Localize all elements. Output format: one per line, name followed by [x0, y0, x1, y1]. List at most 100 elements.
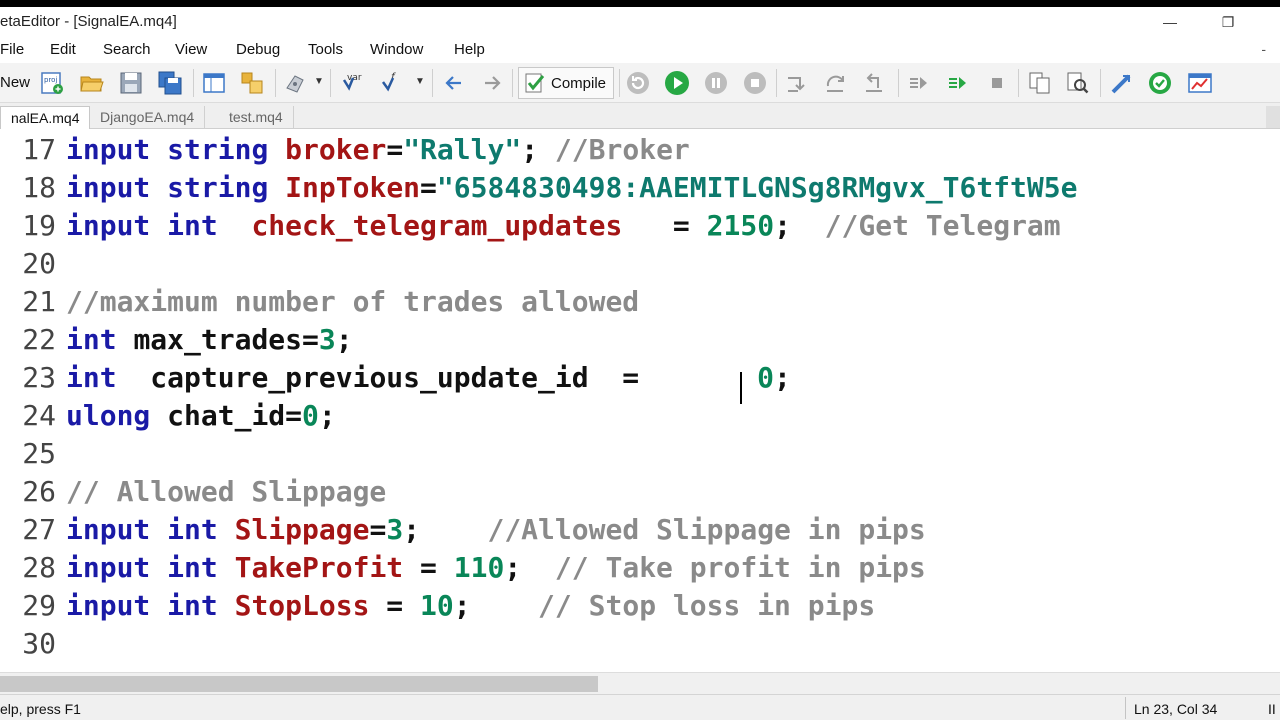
- svg-text:var: var: [347, 73, 362, 83]
- pause-button[interactable]: [702, 69, 730, 97]
- code-token: input: [66, 133, 151, 166]
- cursor-position: Ln 23, Col 34: [1134, 701, 1218, 717]
- menu-view[interactable]: View: [175, 41, 207, 58]
- compile-button[interactable]: Compile: [518, 67, 614, 99]
- terminal-button[interactable]: [1186, 69, 1214, 97]
- step-out-button[interactable]: [861, 69, 889, 97]
- line-number: 17: [22, 133, 56, 166]
- profile-button[interactable]: [1108, 69, 1136, 97]
- compare-button[interactable]: [1026, 69, 1054, 97]
- back-button[interactable]: [440, 69, 468, 97]
- line-number: 26: [22, 475, 56, 508]
- code-token: input: [66, 513, 151, 546]
- styler-button[interactable]: [282, 69, 310, 97]
- menu-file[interactable]: File: [0, 41, 24, 58]
- toolbar-separator: [432, 69, 433, 97]
- restart-icon: [627, 72, 649, 94]
- code-line[interactable]: 22 int max_trades=3;: [0, 321, 1280, 359]
- restart-button[interactable]: [624, 69, 652, 97]
- code-token: int: [167, 209, 218, 242]
- cloud-button[interactable]: [1146, 69, 1174, 97]
- line-code: input int Slippage=3; //Allowed Slippage…: [66, 511, 926, 549]
- code-line[interactable]: 29 input int StopLoss = 10; // Stop loss …: [0, 587, 1280, 625]
- window-title: etaEditor - [SignalEA.mq4]: [0, 13, 177, 30]
- code-token: "6584830498:AAEMITLGNSg8RMgvx_T6tftW5e: [436, 171, 1078, 204]
- horizontal-scrollbar[interactable]: [0, 672, 1280, 694]
- code-token: 3: [386, 513, 404, 546]
- code-line[interactable]: 19 input int check_telegram_updates = 215…: [0, 207, 1280, 245]
- menu-edit[interactable]: Edit: [50, 41, 76, 58]
- menu-search[interactable]: Search: [103, 41, 151, 58]
- step-into-button[interactable]: [783, 69, 811, 97]
- tab-test[interactable]: test.mq4: [219, 106, 294, 129]
- test-stop-button[interactable]: [983, 69, 1011, 97]
- code-editor[interactable]: 17 input string broker="Rally"; //Broker 1…: [0, 129, 1280, 672]
- horizontal-scrollbar-thumb[interactable]: [0, 676, 598, 692]
- code-token: chat_id: [167, 399, 286, 432]
- save-button[interactable]: [117, 69, 145, 97]
- navigator-button[interactable]: [200, 69, 228, 97]
- document-minimize-button[interactable]: -: [1261, 41, 1266, 57]
- menu-help[interactable]: Help: [454, 41, 485, 58]
- new-project-button[interactable]: proj: [38, 69, 66, 97]
- code-line[interactable]: 26 // Allowed Slippage: [0, 473, 1280, 511]
- code-line[interactable]: 21 //maximum number of trades allowed: [0, 283, 1280, 321]
- code-line[interactable]: 17 input string broker="Rally"; //Broker: [0, 131, 1280, 169]
- code-token: InpToken: [285, 171, 421, 204]
- restore-button[interactable]: ❐: [1208, 9, 1248, 35]
- code-token: int: [167, 551, 218, 584]
- test-run-button[interactable]: [944, 69, 972, 97]
- minimize-button[interactable]: —: [1150, 9, 1190, 35]
- start-debug-button[interactable]: [663, 69, 691, 97]
- line-code: input int StopLoss = 10; // Stop loss in…: [66, 587, 875, 625]
- stop-button[interactable]: [741, 69, 769, 97]
- code-line[interactable]: 27 input int Slippage=3; //Allowed Slippa…: [0, 511, 1280, 549]
- tab-djangoea[interactable]: DjangoEA.mq4: [90, 106, 206, 129]
- profiler-icon: [1111, 74, 1131, 94]
- new-button[interactable]: New: [0, 74, 30, 91]
- code-line[interactable]: 18 input string InpToken="6584830498:AAEM…: [0, 169, 1280, 207]
- step-over-button[interactable]: [822, 69, 850, 97]
- code-token: ;: [318, 399, 336, 432]
- find-in-files-button[interactable]: [1064, 69, 1092, 97]
- insert-function-button[interactable]: f: [378, 69, 406, 97]
- step-over-icon: [826, 75, 844, 92]
- code-token: =: [369, 513, 387, 546]
- code-line[interactable]: 23 int capture_previous_update_id = 0;: [0, 359, 1280, 397]
- line-number: 21: [22, 285, 56, 318]
- code-token: "Rally": [403, 133, 522, 166]
- code-token: StopLoss: [234, 589, 370, 622]
- test-start-button[interactable]: [905, 69, 933, 97]
- code-line[interactable]: 25: [0, 435, 1280, 473]
- line-number: 25: [22, 437, 56, 470]
- save-all-button[interactable]: [156, 69, 184, 97]
- insert-variable-button[interactable]: var: [338, 69, 366, 97]
- toolbar-separator: [1018, 69, 1019, 97]
- tab-scroll-button[interactable]: [1266, 106, 1280, 128]
- open-button[interactable]: [78, 69, 106, 97]
- menu-window[interactable]: Window: [370, 41, 423, 58]
- function-dropdown-icon[interactable]: ▼: [415, 76, 425, 87]
- line-number: 18: [22, 171, 56, 204]
- code-token: string: [167, 171, 269, 204]
- code-token: max_trades: [133, 323, 303, 356]
- menu-debug[interactable]: Debug: [236, 41, 280, 58]
- menu-tools[interactable]: Tools: [308, 41, 343, 58]
- tab-signalea[interactable]: nalEA.mq4: [0, 106, 91, 129]
- toolbox-button[interactable]: [238, 69, 266, 97]
- code-line[interactable]: 24 ulong chat_id=0;: [0, 397, 1280, 435]
- code-line[interactable]: 20: [0, 245, 1280, 283]
- code-token: 0: [757, 361, 775, 394]
- code-line[interactable]: 28 input int TakeProfit = 110; // Take pr…: [0, 549, 1280, 587]
- styler-dropdown-icon[interactable]: ▼: [314, 76, 324, 87]
- code-token: 10: [420, 589, 454, 622]
- code-line[interactable]: 30: [0, 625, 1280, 663]
- forward-button[interactable]: [478, 69, 506, 97]
- copy-pages-icon: [1029, 72, 1050, 94]
- arrow-right-icon: [485, 76, 501, 90]
